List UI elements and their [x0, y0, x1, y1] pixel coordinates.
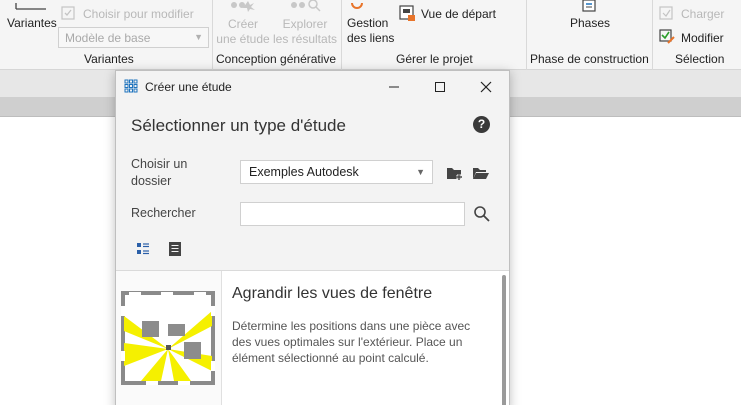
new-folder-icon[interactable] [446, 165, 464, 181]
variants-icon [14, 0, 48, 10]
panel-label-variantes: Variantes [84, 52, 134, 66]
gestion-line2: des liens [347, 31, 395, 45]
choisir-pour-modifier-button[interactable]: Choisir pour modifier [83, 7, 194, 22]
explorer-resultats-button[interactable]: Explorer les résultats [273, 17, 337, 47]
gestion-line1: Gestion [347, 16, 389, 30]
chevron-down-icon: ▼ [416, 167, 425, 177]
detail-view-icon[interactable] [136, 242, 150, 256]
grid-app-icon [124, 79, 138, 93]
panel-label-gerer: Gérer le projet [396, 52, 473, 66]
maximize-icon [435, 81, 445, 92]
ribbon: Variantes Choisir pour modifier Modèle d… [0, 0, 741, 70]
search-input[interactable] [240, 202, 465, 226]
dialog-title: Créer une étude [145, 80, 232, 94]
chevron-down-icon: ▼ [194, 32, 203, 42]
panel-divider [212, 0, 213, 70]
search-label: Rechercher [131, 206, 196, 220]
create-study-icon [226, 0, 258, 12]
create-study-dialog: Créer une étude Sélectionner un type d'é… [115, 70, 510, 405]
phases-icon [580, 0, 598, 12]
load-icon [659, 6, 674, 20]
panel-label-phase: Phase de construction [530, 52, 649, 66]
variantes-button[interactable]: Variantes [7, 16, 57, 31]
panel-divider [652, 0, 653, 70]
creer-etude-line2: une étude [216, 32, 270, 46]
list-item-title[interactable]: Agrandir les vues de fenêtre [232, 285, 432, 303]
close-button[interactable] [463, 71, 509, 102]
help-icon[interactable]: ? [473, 116, 490, 133]
modele-de-base-select[interactable]: Modèle de base ▼ [58, 27, 209, 48]
explore-results-icon [288, 0, 322, 12]
close-icon [480, 81, 492, 92]
explorer-line2: les résultats [273, 32, 338, 46]
gestion-liens-button[interactable]: Gestion des liens [347, 16, 394, 46]
creer-etude-button[interactable]: Créer une étude [216, 17, 270, 47]
modele-de-base-value: Modèle de base [65, 31, 151, 45]
folder-select-value: Exemples Autodesk [249, 165, 359, 179]
minimize-button[interactable] [371, 71, 417, 102]
vue-de-depart-button[interactable]: Vue de départ [421, 7, 496, 22]
list-item-description: Détermine les positions dans une pièce a… [232, 319, 471, 365]
choose-edit-icon [61, 6, 75, 20]
charger-button[interactable]: Charger [681, 7, 724, 22]
folder-select[interactable]: Exemples Autodesk ▼ [240, 160, 433, 184]
manage-links-icon [350, 0, 364, 9]
modify-icon [659, 29, 675, 45]
list-view-icon[interactable] [168, 241, 182, 257]
modifier-button[interactable]: Modifier [681, 31, 724, 46]
panel-label-conception: Conception générative [216, 52, 337, 66]
study-type-list: Agrandir les vues de fenêtre Détermine l… [116, 270, 509, 405]
starting-view-icon [399, 5, 416, 22]
creer-etude-line1: Créer [227, 17, 258, 31]
minimize-icon [389, 86, 399, 87]
dialog-titlebar[interactable]: Créer une étude [116, 71, 509, 102]
list-scrollbar[interactable] [502, 275, 506, 405]
panel-label-selection: Sélection [675, 52, 725, 66]
panel-divider [526, 0, 527, 70]
search-icon[interactable] [473, 205, 491, 223]
window-views-study-thumbnail [121, 291, 215, 385]
dialog-heading: Sélectionner un type d'étude [131, 116, 346, 135]
panel-divider [341, 0, 342, 70]
phases-button[interactable]: Phases [570, 16, 610, 31]
explorer-line1: Explorer [282, 17, 328, 31]
list-item-thumbnail[interactable] [116, 271, 222, 405]
open-folder-icon[interactable] [472, 165, 490, 181]
folder-label: Choisir un dossier [131, 157, 188, 188]
maximize-button[interactable] [417, 71, 463, 102]
dialog-body: Sélectionner un type d'étude ? Choisir u… [116, 102, 509, 405]
